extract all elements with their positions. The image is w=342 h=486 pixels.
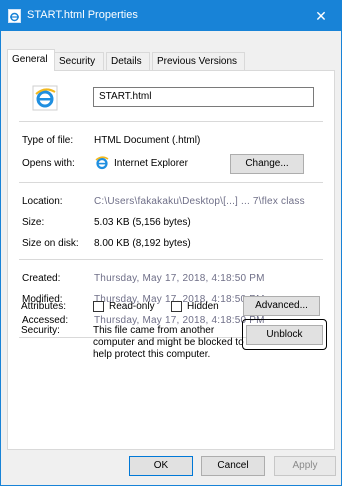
internet-explorer-icon bbox=[95, 156, 109, 170]
size-label: Size: bbox=[22, 217, 45, 228]
html-file-icon bbox=[8, 9, 21, 23]
divider bbox=[19, 121, 323, 122]
security-message-line2: computer and might be blocked to bbox=[93, 337, 244, 348]
readonly-label: Read-only bbox=[109, 301, 155, 312]
attributes-label: Attributes: bbox=[21, 301, 67, 312]
title-bar[interactable]: START.html Properties ✕ bbox=[1, 1, 341, 31]
divider bbox=[19, 182, 323, 183]
close-icon[interactable]: ✕ bbox=[301, 1, 341, 31]
readonly-checkbox[interactable] bbox=[93, 301, 104, 312]
security-label: Security: bbox=[21, 325, 60, 336]
cancel-button[interactable]: Cancel bbox=[201, 456, 265, 476]
tab-general[interactable]: General bbox=[7, 49, 55, 71]
tab-previous-versions[interactable]: Previous Versions bbox=[152, 52, 245, 70]
change-button[interactable]: Change... bbox=[230, 154, 304, 174]
internet-explorer-file-icon bbox=[32, 85, 58, 111]
created-label: Created: bbox=[22, 273, 61, 284]
general-panel: START.html Type of file: HTML Document (… bbox=[7, 70, 335, 450]
opens-with-app: Internet Explorer bbox=[114, 158, 188, 169]
unblock-button[interactable]: Unblock bbox=[246, 325, 323, 345]
opens-with-label: Opens with: bbox=[22, 158, 75, 169]
created-value: Thursday, May 17, 2018, 4:18:50 PM bbox=[94, 273, 265, 284]
security-message-line3: help protect this computer. bbox=[93, 349, 211, 360]
tab-security[interactable]: Security bbox=[54, 52, 104, 70]
security-message-line1: This file came from another bbox=[93, 325, 215, 336]
hidden-checkbox[interactable] bbox=[171, 301, 182, 312]
size-on-disk-value: 8.00 KB (8,192 bytes) bbox=[94, 238, 191, 249]
properties-dialog: START.html Properties ✕ General Security… bbox=[0, 0, 342, 486]
advanced-button[interactable]: Advanced... bbox=[243, 296, 320, 316]
type-of-file-label: Type of file: bbox=[22, 135, 74, 146]
location-value: C:\Users\fakakaku\Desktop\[...] ... 7\fl… bbox=[94, 196, 305, 207]
location-label: Location: bbox=[22, 196, 63, 207]
divider bbox=[19, 259, 323, 260]
hidden-label: Hidden bbox=[187, 301, 219, 312]
apply-button[interactable]: Apply bbox=[274, 456, 336, 476]
size-on-disk-label: Size on disk: bbox=[22, 238, 79, 249]
type-of-file-value: HTML Document (.html) bbox=[94, 135, 201, 146]
file-name-input[interactable]: START.html bbox=[93, 87, 314, 107]
size-value: 5.03 KB (5,156 bytes) bbox=[94, 217, 191, 228]
tab-details[interactable]: Details bbox=[106, 52, 150, 70]
window-title: START.html Properties bbox=[27, 9, 138, 21]
ok-button[interactable]: OK bbox=[129, 456, 193, 476]
